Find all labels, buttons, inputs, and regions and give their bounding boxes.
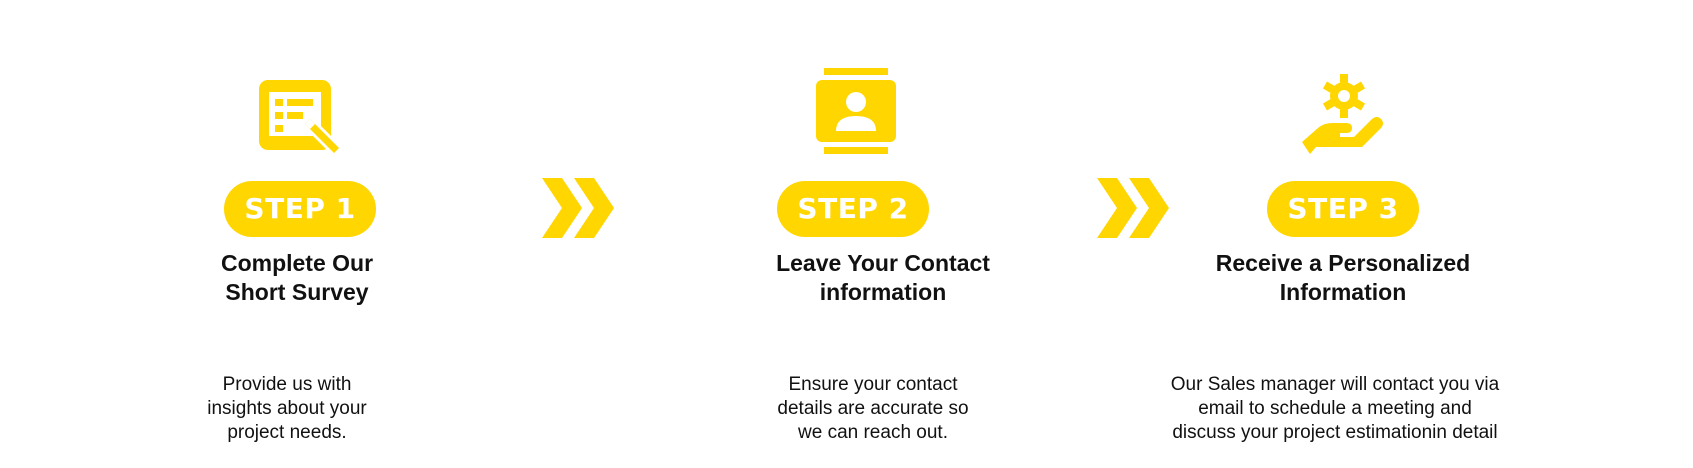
step-title: Receive a Personalized Information: [1215, 250, 1471, 305]
double-chevron-right-icon: [542, 178, 616, 238]
step-description: Our Sales manager will contact you via e…: [1170, 374, 1500, 443]
step-title: Complete Our Short Survey: [220, 250, 374, 305]
step-2: STEP 2 Leave Your Contact information En…: [663, 0, 1103, 468]
survey-form-icon: [249, 62, 345, 158]
step-badge: STEP 2: [777, 181, 929, 237]
step-badge: STEP 3: [1267, 181, 1419, 237]
step-badge: STEP 1: [224, 181, 376, 237]
contact-card-icon: [806, 62, 902, 158]
step-description: Provide us with insights about your proj…: [207, 374, 367, 443]
step-3: STEP 3 Receive a Personalized Informatio…: [1126, 0, 1566, 468]
hand-gear-icon: [1296, 62, 1392, 158]
step-title: Leave Your Contact information: [776, 250, 990, 305]
step-1: STEP 1 Complete Our Short Survey Provide…: [77, 0, 517, 468]
step-description: Ensure your contact details are accurate…: [777, 374, 969, 443]
